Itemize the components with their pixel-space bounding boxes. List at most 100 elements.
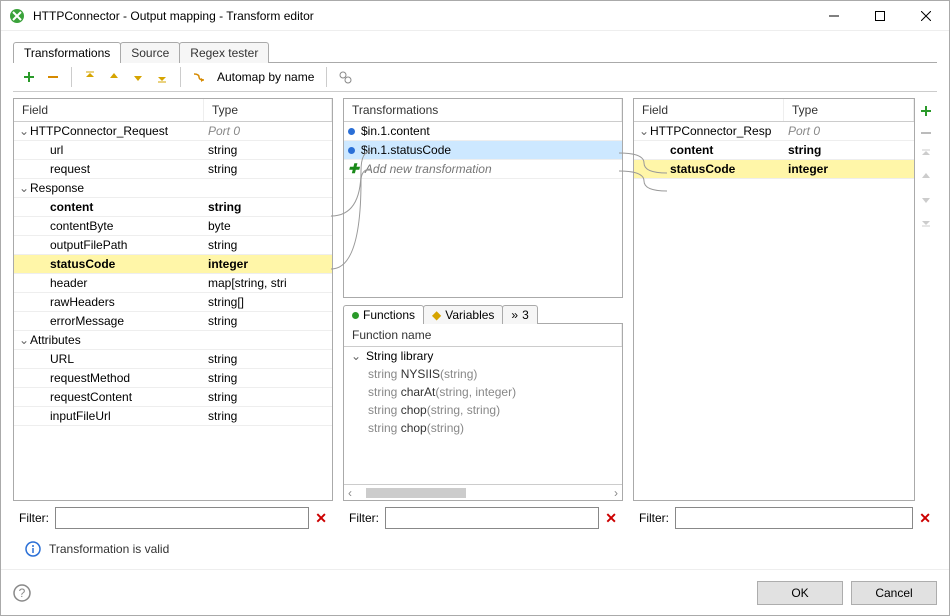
transformations-list[interactable]: $in.1.content $in.1.statusCode✚Add new tr… [344,122,622,297]
tree-row[interactable]: headermap[string, stri [14,274,332,293]
chevron-down-icon[interactable]: ⌄ [18,181,30,195]
function-item[interactable]: string chop(string) [344,419,622,437]
top-tabs: Transformations Source Regex tester [13,42,937,63]
input-fields-tree[interactable]: ⌄HTTPConnector_RequestPort 0urlstringreq… [14,122,332,500]
row-label: Response [30,181,84,195]
function-item[interactable]: string charAt(string, integer) [344,383,622,401]
right-filter-input[interactable] [675,507,913,529]
output-fields-panel: Field Type ⌄HTTPConnector_RespPort 0cont… [633,98,915,501]
move-down-icon[interactable] [917,190,935,208]
tree-row[interactable]: ⌄HTTPConnector_RespPort 0 [634,122,914,141]
function-item[interactable]: string chop(string, string) [344,401,622,419]
move-top-icon[interactable] [80,67,100,87]
function-item[interactable]: string NYSIIS(string) [344,365,622,383]
left-filter-input[interactable] [55,507,309,529]
add-icon[interactable] [19,67,39,87]
footer: ? OK Cancel [1,569,949,615]
chevron-down-icon[interactable]: ⌄ [18,124,30,138]
col-field[interactable]: Field [14,99,204,121]
automap-label[interactable]: Automap by name [213,70,318,84]
row-type: string [784,143,914,157]
row-type: Port 0 [204,124,332,138]
tab-source[interactable]: Source [120,42,180,63]
ok-button[interactable]: OK [757,581,843,605]
move-top-icon[interactable] [917,146,935,164]
tree-row[interactable]: $in.1.content [344,122,622,141]
row-label: URL [50,352,74,366]
maximize-button[interactable] [857,1,903,31]
row-type: string [204,162,332,176]
row-type: string[] [204,295,332,309]
tab-more[interactable]: »3 [502,305,537,324]
tree-row[interactable]: contentBytebyte [14,217,332,236]
row-label: header [50,276,87,290]
add-icon[interactable] [917,102,935,120]
tree-row[interactable]: ⌄Response [14,179,332,198]
tree-row[interactable]: ⌄Attributes [14,331,332,350]
move-up-icon[interactable] [104,67,124,87]
remove-icon[interactable] [43,67,63,87]
move-bottom-icon[interactable] [152,67,172,87]
transformations-panel: Transformations $in.1.content$in.1.statu… [343,98,623,298]
tab-regex-tester[interactable]: Regex tester [179,42,269,63]
move-down-icon[interactable] [128,67,148,87]
svg-text:?: ? [19,586,26,600]
horizontal-scrollbar[interactable]: ‹ › [344,484,622,500]
tree-row[interactable]: inputFileUrlstring [14,407,332,426]
tree-row[interactable]: URL string [14,350,332,369]
row-label: outputFilePath [50,238,127,252]
col-function-name[interactable]: Function name [344,324,622,346]
tree-row[interactable]: $in.1.statusCode [344,141,622,160]
tree-row[interactable]: errorMessagestring [14,312,332,331]
move-up-icon[interactable] [917,168,935,186]
close-button[interactable] [903,1,949,31]
filter-label: Filter: [639,511,669,525]
output-fields-tree[interactable]: ⌄HTTPConnector_RespPort 0contentstringst… [634,122,914,500]
tab-variables[interactable]: ◆Variables [423,305,503,324]
clear-filter-icon[interactable]: ✕ [315,510,327,527]
row-label: request [50,162,90,176]
toolbar: Automap by name [13,62,937,92]
clear-filter-icon[interactable]: ✕ [605,510,617,527]
tab-transformations[interactable]: Transformations [13,42,121,63]
mid-filter-input[interactable] [385,507,599,529]
chevron-down-icon[interactable]: ⌄ [350,349,362,363]
col-type[interactable]: Type [204,99,332,121]
tree-row[interactable]: request string [14,160,332,179]
tree-row[interactable]: ✚Add new transformation [344,160,622,179]
remove-icon[interactable] [917,124,935,142]
row-label: requestContent [50,390,132,404]
row-label: url [50,143,63,157]
tree-row[interactable]: requestMethodstring [14,369,332,388]
settings-icon[interactable] [335,67,355,87]
functions-list[interactable]: ⌄String library string NYSIIS(string)str… [344,347,622,484]
help-icon[interactable]: ? [13,584,31,602]
row-label: $in.1.content [361,124,430,138]
row-label: Add new transformation [365,162,492,176]
tree-row[interactable]: statusCodeinteger [634,160,914,179]
move-bottom-icon[interactable] [917,212,935,230]
cancel-button[interactable]: Cancel [851,581,937,605]
row-type: string [204,352,332,366]
tree-row[interactable]: rawHeadersstring[] [14,293,332,312]
tree-row[interactable]: outputFilePathstring [14,236,332,255]
row-type: string [204,390,332,404]
chevron-down-icon[interactable]: ⌄ [18,333,30,347]
chevron-down-icon[interactable]: ⌄ [638,124,650,138]
row-label: requestMethod [50,371,130,385]
tree-row[interactable]: contentstring [14,198,332,217]
tree-row[interactable]: requestContent string [14,388,332,407]
col-type[interactable]: Type [784,99,914,121]
tree-row[interactable]: statusCodeinteger [14,255,332,274]
tab-functions[interactable]: Functions [343,305,424,324]
automap-icon[interactable] [189,67,209,87]
col-field[interactable]: Field [634,99,784,121]
function-group: String library [366,349,433,363]
tree-row[interactable]: ⌄HTTPConnector_RequestPort 0 [14,122,332,141]
row-label: content [50,200,93,214]
clear-filter-icon[interactable]: ✕ [919,510,931,527]
tree-row[interactable]: urlstring [14,141,332,160]
minimize-button[interactable] [811,1,857,31]
tree-row[interactable]: contentstring [634,141,914,160]
filter-label: Filter: [349,511,379,525]
